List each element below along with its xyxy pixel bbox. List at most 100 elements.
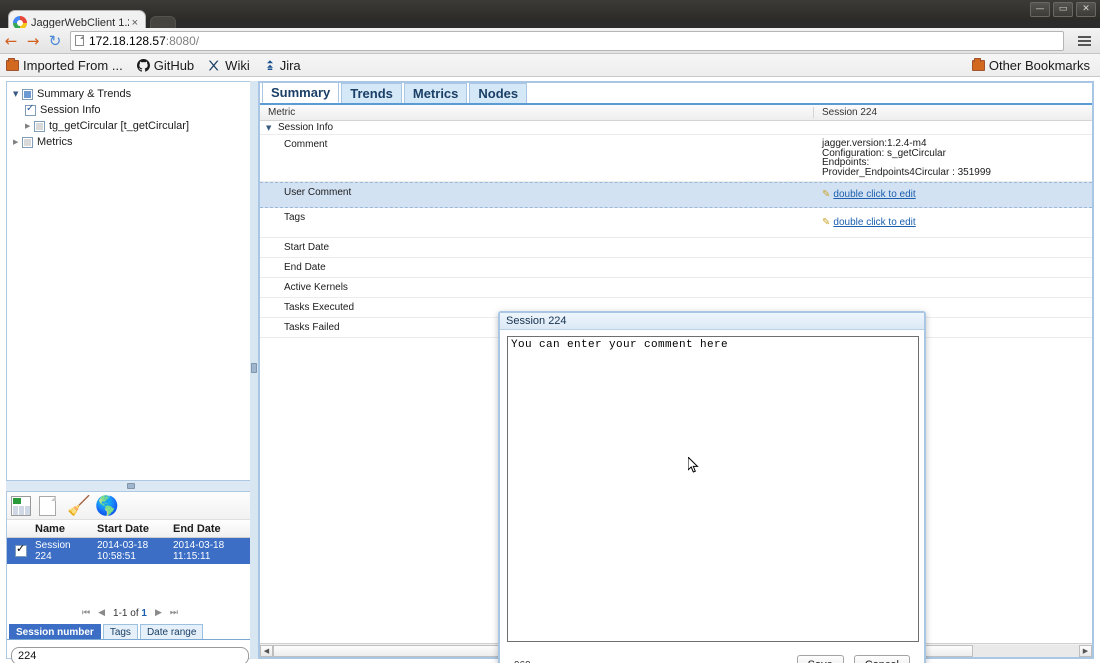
other-bookmarks-label: Other Bookmarks xyxy=(988,57,1090,73)
comment-line-4: Provider_Endpoints4Circular : 351999 xyxy=(822,166,991,178)
grid-header-name: Name xyxy=(35,522,65,535)
tree-item-summary-and-trends[interactable]: ▼ Summary & Trends xyxy=(9,86,251,102)
table-row[interactable]: End Date xyxy=(260,258,1092,278)
table-group-session-info[interactable]: ▼ Session Info xyxy=(260,121,1092,135)
table-row[interactable]: Start Date xyxy=(260,238,1092,258)
table-row[interactable]: Comment jagger.version:1.2.4-m4 Configur… xyxy=(260,135,1092,182)
jira-icon xyxy=(264,59,276,72)
comment-textarea[interactable] xyxy=(507,336,919,642)
scroll-right-arrow-icon[interactable]: ▶ xyxy=(1079,644,1092,657)
row-start-date: 2014-03-18 10:58:51 xyxy=(97,540,173,562)
row-value[interactable]: ✎ double click to edit xyxy=(814,183,1092,207)
dialog-body xyxy=(500,330,924,647)
table-row[interactable]: Active Kernels xyxy=(260,278,1092,298)
char-counter: 969 xyxy=(514,660,531,663)
address-bar[interactable]: 172.18.128.57:8080/ xyxy=(70,30,1064,51)
chevron-down-icon[interactable]: ▼ xyxy=(266,124,275,132)
folder-icon xyxy=(971,57,985,71)
row-name-line2: 224 xyxy=(35,551,52,562)
group-label: Session Info xyxy=(278,122,334,133)
checkbox-checked-icon[interactable] xyxy=(25,103,36,116)
scroll-left-arrow-icon[interactable]: ◀ xyxy=(260,644,273,657)
metrics-tree-panel: ▼ Summary & Trends Session Info ▶ tg_get… xyxy=(6,81,254,481)
tab-metrics[interactable]: Metrics xyxy=(403,83,468,103)
chevron-right-icon[interactable]: ▶ xyxy=(13,138,22,146)
cancel-button[interactable]: Cancel xyxy=(853,655,910,663)
row-label: Start Date xyxy=(284,242,330,253)
row-name-line1: Session xyxy=(35,540,71,551)
checkbox-icon[interactable] xyxy=(22,136,33,148)
row-label: Active Kernels xyxy=(284,282,348,293)
table-row[interactable]: Tags ✎ double click to edit xyxy=(260,208,1092,238)
save-button[interactable]: Save xyxy=(796,655,844,663)
pager-first-button[interactable]: ⏮ xyxy=(82,608,90,618)
grid-header-end-date: End Date xyxy=(173,522,221,535)
globe-icon[interactable]: 🌎 xyxy=(95,494,119,518)
row-name: Session 224 xyxy=(35,540,97,562)
pager-next-button[interactable]: ▶ xyxy=(155,608,162,618)
dialog-title: Session 224 xyxy=(500,313,924,330)
chevron-down-icon[interactable]: ▼ xyxy=(13,90,22,98)
tab-nodes[interactable]: Nodes xyxy=(469,83,528,103)
row-start-date-time: 10:58:51 xyxy=(97,551,136,562)
other-bookmarks-button[interactable]: Other Bookmarks xyxy=(971,57,1090,73)
main-tabbar: Summary Trends Metrics Nodes xyxy=(260,82,1092,105)
checkbox-icon[interactable] xyxy=(22,88,33,100)
bookmark-label: Imported From ... xyxy=(23,57,123,73)
chrome-menu-icon[interactable] xyxy=(1072,30,1096,52)
splitter-grip[interactable] xyxy=(251,363,257,373)
table-row[interactable]: User Comment ✎ double click to edit xyxy=(260,182,1092,208)
pager-last-button[interactable]: ⏭ xyxy=(170,608,178,618)
column-header-session[interactable]: Session 224 xyxy=(814,107,1092,118)
session-number-input[interactable] xyxy=(11,647,249,663)
column-header-metric[interactable]: Metric xyxy=(260,107,814,118)
pencil-icon: ✎ xyxy=(822,216,831,228)
summary-table-header: Metric Session 224 xyxy=(260,105,1092,121)
address-bar-host: 172.18.128.57 xyxy=(89,33,166,48)
vertical-splitter[interactable] xyxy=(250,81,258,659)
session-grid-panel: 🧹 🌎 Name Start Date End Date Session 224 xyxy=(6,491,254,663)
pager-prev-button[interactable]: ◀ xyxy=(98,608,105,618)
tab-session-number[interactable]: Session number xyxy=(9,624,101,639)
close-icon[interactable]: × xyxy=(129,17,141,29)
broom-icon[interactable]: 🧹 xyxy=(67,494,91,518)
dialog-footer: 969 Save Cancel xyxy=(500,641,924,663)
tree-item-label: Metrics xyxy=(37,136,73,148)
spreadsheet-icon[interactable] xyxy=(11,494,35,518)
row-checkbox[interactable] xyxy=(7,542,35,557)
reload-icon[interactable]: ↻ xyxy=(44,30,66,52)
forward-icon[interactable]: → xyxy=(22,30,44,52)
row-value xyxy=(814,278,1092,297)
bookmark-wiki[interactable]: Wiki xyxy=(208,58,250,73)
row-value xyxy=(814,238,1092,257)
application-window: — ▭ ✕ JaggerWebClient 1.2.4-S × ← → ↻ 17… xyxy=(0,0,1100,663)
bookmark-jira[interactable]: Jira xyxy=(264,58,301,73)
chevron-right-icon[interactable]: ▶ xyxy=(25,122,34,130)
table-row[interactable]: Session 224 2014-03-18 10:58:51 2014-03-… xyxy=(7,538,253,564)
pager-total: 1 xyxy=(141,607,147,619)
bookmark-imported-from[interactable]: Imported From ... xyxy=(6,57,123,73)
horizontal-splitter[interactable] xyxy=(6,481,254,491)
pager-status: 1-1 of 1 xyxy=(113,608,147,619)
row-start-date-date: 2014-03-18 xyxy=(97,540,149,551)
bookmark-github[interactable]: GitHub xyxy=(136,57,195,73)
bookmark-label: GitHub xyxy=(153,57,195,73)
checkbox-icon[interactable] xyxy=(34,120,45,132)
tab-date-range[interactable]: Date range xyxy=(139,624,204,639)
tree-item-metrics[interactable]: ▶ Metrics xyxy=(9,134,251,150)
page-icon[interactable] xyxy=(39,494,63,518)
tab-summary[interactable]: Summary xyxy=(262,82,340,103)
tree-item-tg-getcircular[interactable]: ▶ tg_getCircular [t_getCircular] xyxy=(9,118,251,134)
double-click-to-edit-link[interactable]: double click to edit xyxy=(833,190,915,200)
splitter-grip[interactable] xyxy=(127,483,135,489)
tab-trends[interactable]: Trends xyxy=(341,83,402,103)
double-click-to-edit-link[interactable]: double click to edit xyxy=(833,218,915,228)
session-grid-header: Name Start Date End Date xyxy=(7,520,253,538)
page-viewport: ▼ Summary & Trends Session Info ▶ tg_get… xyxy=(0,77,1100,663)
tree-item-label: tg_getCircular [t_getCircular] xyxy=(49,120,190,132)
row-value[interactable]: ✎ double click to edit xyxy=(814,208,1092,237)
tab-tags[interactable]: Tags xyxy=(102,624,138,639)
back-icon[interactable]: ← xyxy=(0,30,22,52)
tree-item-session-info[interactable]: Session Info xyxy=(9,102,251,118)
browser-toolbar: ← → ↻ 172.18.128.57:8080/ xyxy=(0,28,1100,54)
